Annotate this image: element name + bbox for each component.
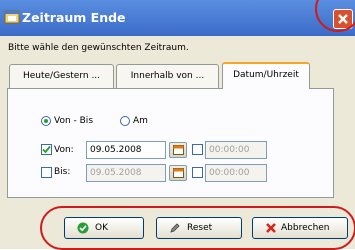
radio-von-bis[interactable] xyxy=(41,116,51,126)
calendar-icon xyxy=(173,168,184,178)
bis-time-checkbox[interactable] xyxy=(192,167,203,178)
von-time-checkbox[interactable] xyxy=(192,144,203,155)
von-calendar-button[interactable] xyxy=(169,142,187,158)
von-checkbox[interactable] xyxy=(41,144,52,155)
tab-heute-gestern[interactable]: Heute/Gestern ... xyxy=(9,64,114,88)
radio-am[interactable] xyxy=(120,116,130,126)
von-label: Von: xyxy=(54,145,74,155)
window-title: Zeitraum Ende xyxy=(22,10,126,25)
bis-calendar-button[interactable] xyxy=(169,165,187,181)
calendar-icon xyxy=(173,145,184,155)
app-window-icon xyxy=(4,10,20,24)
radio-von-bis-label[interactable]: Von - Bis xyxy=(54,116,93,126)
bis-time-field[interactable]: 00:00:00 xyxy=(205,164,267,182)
tab-innerhalb-von[interactable]: Innerhalb von ... xyxy=(116,64,219,88)
bis-date-field[interactable]: 09.05.2008 xyxy=(86,164,166,182)
prompt-text: Bitte wähle den gewünschten Zeitraum. xyxy=(8,43,189,53)
checkmark-icon xyxy=(42,145,51,154)
tab-datum-uhrzeit[interactable]: Datum/Uhrzeit xyxy=(222,62,310,89)
von-time-field[interactable]: 00:00:00 xyxy=(205,141,267,159)
radio-am-label[interactable]: Am xyxy=(133,116,148,126)
annotation-ellipse-buttons xyxy=(40,206,355,250)
bis-label: Bis: xyxy=(54,167,71,177)
von-date-field[interactable]: 09.05.2008 xyxy=(86,141,166,159)
bis-checkbox[interactable] xyxy=(41,167,52,178)
